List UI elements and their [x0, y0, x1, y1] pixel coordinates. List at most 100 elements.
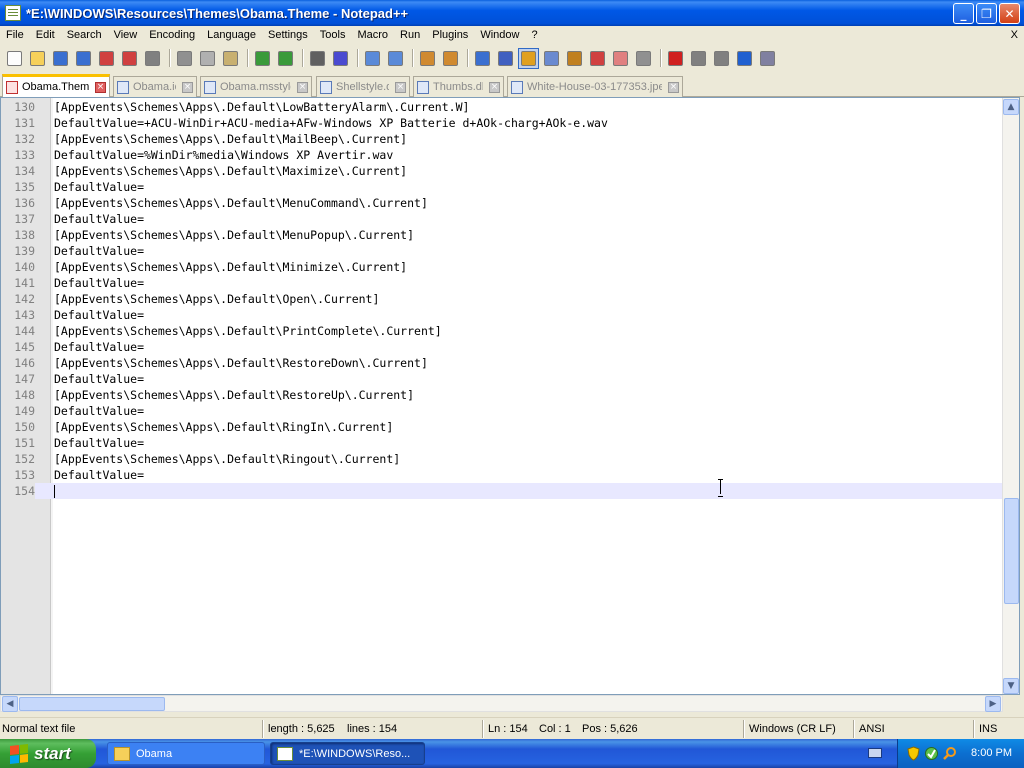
tab-white-house-03-177353-jpeg[interactable]: White-House-03-177353.jpeg × [507, 76, 683, 97]
line-text[interactable]: [AppEvents\Schemes\Apps\.Default\RingIn\… [54, 419, 393, 435]
network-icon[interactable] [924, 746, 939, 761]
editor-line[interactable]: 140 [AppEvents\Schemes\Apps\.Default\Mini… [1, 259, 1004, 275]
editor-line[interactable]: 145 DefaultValue= [1, 339, 1004, 355]
zoom-out-icon[interactable] [385, 48, 406, 69]
function-list-icon[interactable] [587, 48, 608, 69]
print-icon[interactable] [142, 48, 163, 69]
editor-line[interactable]: 135 DefaultValue= [1, 179, 1004, 195]
tab-close-icon[interactable]: × [297, 81, 308, 93]
save-all-icon[interactable] [73, 48, 94, 69]
find-icon[interactable] [307, 48, 328, 69]
replace-icon[interactable] [330, 48, 351, 69]
restore-button[interactable]: ❐ [976, 3, 997, 24]
scroll-left-icon[interactable]: ◀ [2, 696, 18, 712]
editor-line[interactable]: 148 [AppEvents\Schemes\Apps\.Default\Rest… [1, 387, 1004, 403]
menu-help[interactable]: ? [525, 26, 543, 44]
menu-window[interactable]: Window [474, 26, 525, 44]
editor-line[interactable]: 137 DefaultValue= [1, 211, 1004, 227]
editor-line[interactable]: 150 [AppEvents\Schemes\Apps\.Default\Ring… [1, 419, 1004, 435]
line-text[interactable]: [AppEvents\Schemes\Apps\.Default\Restore… [54, 387, 414, 403]
undo-icon[interactable] [252, 48, 273, 69]
show-all-chars-icon[interactable] [495, 48, 516, 69]
menu-settings[interactable]: Settings [262, 26, 314, 44]
menu-macro[interactable]: Macro [351, 26, 394, 44]
sync-horizontal-icon[interactable] [440, 48, 461, 69]
line-text[interactable]: DefaultValue= [54, 307, 144, 323]
vertical-scrollbar[interactable]: ▲ ▼ [1002, 98, 1019, 694]
editor-line[interactable]: 152 [AppEvents\Schemes\Apps\.Default\Ring… [1, 451, 1004, 467]
open-file-icon[interactable] [27, 48, 48, 69]
copy-icon[interactable] [197, 48, 218, 69]
scroll-up-icon[interactable]: ▲ [1003, 99, 1019, 115]
line-text[interactable]: [AppEvents\Schemes\Apps\.Default\Restore… [54, 355, 428, 371]
line-text[interactable]: [AppEvents\Schemes\Apps\.Default\PrintCo… [54, 323, 442, 339]
vertical-scroll-thumb[interactable] [1004, 498, 1019, 604]
menu-view[interactable]: View [108, 26, 144, 44]
search-icon[interactable] [942, 746, 957, 761]
menu-plugins[interactable]: Plugins [426, 26, 474, 44]
editor-line[interactable]: 154 [1, 483, 1004, 499]
macro-play-multiple-icon[interactable] [734, 48, 755, 69]
tab-close-icon[interactable]: × [395, 81, 406, 93]
cut-icon[interactable] [174, 48, 195, 69]
line-text[interactable]: DefaultValue= [54, 179, 144, 195]
editor-line[interactable]: 132 [AppEvents\Schemes\Apps\.Default\Mail… [1, 131, 1004, 147]
menu-language[interactable]: Language [201, 26, 262, 44]
editor-line[interactable]: 138 [AppEvents\Schemes\Apps\.Default\Menu… [1, 227, 1004, 243]
menu-file[interactable]: File [0, 26, 30, 44]
menu-encoding[interactable]: Encoding [143, 26, 201, 44]
line-text[interactable]: [AppEvents\Schemes\Apps\.Default\Minimiz… [54, 259, 407, 275]
editor-line[interactable]: 134 [AppEvents\Schemes\Apps\.Default\Maxi… [1, 163, 1004, 179]
editor[interactable]: 130 [AppEvents\Schemes\Apps\.Default\LowB… [0, 97, 1020, 695]
scroll-down-icon[interactable]: ▼ [1003, 678, 1019, 694]
editor-line[interactable]: 142 [AppEvents\Schemes\Apps\.Default\Open… [1, 291, 1004, 307]
menu-tools[interactable]: Tools [314, 26, 352, 44]
new-file-icon[interactable] [4, 48, 25, 69]
zoom-in-icon[interactable] [362, 48, 383, 69]
line-text[interactable]: DefaultValue= [54, 371, 144, 387]
line-text[interactable]: [AppEvents\Schemes\Apps\.Default\LowBatt… [54, 99, 469, 115]
doc-map-icon[interactable] [564, 48, 585, 69]
line-text[interactable]: DefaultValue= [54, 403, 144, 419]
editor-line[interactable]: 153 DefaultValue= [1, 467, 1004, 483]
start-button[interactable]: start [0, 739, 96, 768]
save-icon[interactable] [50, 48, 71, 69]
close-icon[interactable] [96, 48, 117, 69]
line-text[interactable]: [AppEvents\Schemes\Apps\.Default\Ringout… [54, 451, 400, 467]
tab-obama-msstyles[interactable]: Obama.msstyles × [200, 76, 312, 97]
editor-line[interactable]: 143 DefaultValue= [1, 307, 1004, 323]
editor-line[interactable]: 133 DefaultValue=%WinDir%media\Windows XP… [1, 147, 1004, 163]
macro-save-icon[interactable] [757, 48, 778, 69]
line-text[interactable]: DefaultValue= [54, 435, 144, 451]
paste-icon[interactable] [220, 48, 241, 69]
folder-workspace-icon[interactable] [610, 48, 631, 69]
line-text[interactable]: DefaultValue= [54, 339, 144, 355]
tab-close-icon[interactable]: × [668, 81, 679, 93]
editor-line[interactable]: 149 DefaultValue= [1, 403, 1004, 419]
notepad-app-icon[interactable] [5, 5, 21, 21]
redo-icon[interactable] [275, 48, 296, 69]
editor-line[interactable]: 144 [AppEvents\Schemes\Apps\.Default\Prin… [1, 323, 1004, 339]
close-button[interactable]: ✕ [999, 3, 1020, 24]
line-text[interactable]: DefaultValue= [54, 275, 144, 291]
tab-obama-theme[interactable]: Obama.Theme × [2, 74, 110, 97]
tab-thumbs-db[interactable]: Thumbs.db × [413, 76, 504, 97]
line-text[interactable]: DefaultValue= [54, 467, 144, 483]
taskbar-item-notepad[interactable]: *E:\WINDOWS\Reso... [270, 742, 425, 765]
close-document-button[interactable]: X [1011, 26, 1018, 44]
close-all-icon[interactable] [119, 48, 140, 69]
line-text[interactable]: [AppEvents\Schemes\Apps\.Default\Open\.C… [54, 291, 379, 307]
horizontal-scrollbar[interactable]: ◀ ▶ [0, 695, 1003, 712]
taskbar-item-obama-folder[interactable]: Obama [107, 742, 265, 765]
tab-close-icon[interactable]: × [182, 81, 193, 93]
macro-stop-icon[interactable] [688, 48, 709, 69]
editor-line[interactable]: 136 [AppEvents\Schemes\Apps\.Default\Menu… [1, 195, 1004, 211]
title-bar[interactable]: *E:\WINDOWS\Resources\Themes\Obama.Theme… [0, 0, 1024, 26]
line-text[interactable]: DefaultValue= [54, 243, 144, 259]
security-shield-icon[interactable] [906, 746, 921, 761]
editor-line[interactable]: 147 DefaultValue= [1, 371, 1004, 387]
line-text[interactable]: DefaultValue= [54, 211, 144, 227]
horizontal-scroll-thumb[interactable] [19, 697, 165, 711]
macro-record-icon[interactable] [665, 48, 686, 69]
indent-guide-icon[interactable] [518, 47, 539, 69]
